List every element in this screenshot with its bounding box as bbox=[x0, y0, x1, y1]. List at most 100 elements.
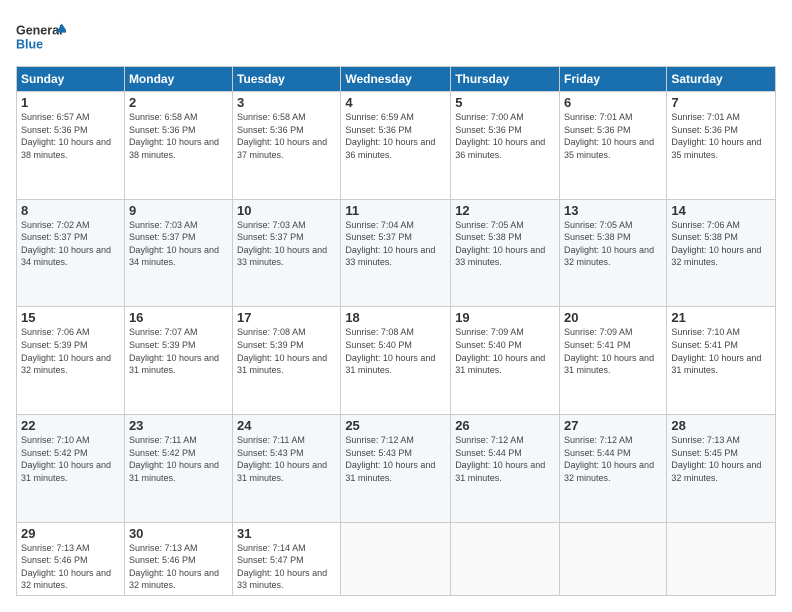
day-info: Sunrise: 7:12 AMSunset: 5:43 PMDaylight:… bbox=[345, 435, 435, 483]
calendar-day-cell: 19 Sunrise: 7:09 AMSunset: 5:40 PMDaylig… bbox=[451, 307, 560, 415]
day-number: 14 bbox=[671, 203, 771, 218]
calendar-day-cell: 28 Sunrise: 7:13 AMSunset: 5:45 PMDaylig… bbox=[667, 414, 776, 522]
day-number: 3 bbox=[237, 95, 336, 110]
day-info: Sunrise: 7:06 AMSunset: 5:39 PMDaylight:… bbox=[21, 327, 111, 375]
day-info: Sunrise: 7:05 AMSunset: 5:38 PMDaylight:… bbox=[564, 220, 654, 268]
calendar-week-row: 29 Sunrise: 7:13 AMSunset: 5:46 PMDaylig… bbox=[17, 522, 776, 595]
svg-text:Blue: Blue bbox=[16, 38, 43, 52]
day-info: Sunrise: 7:02 AMSunset: 5:37 PMDaylight:… bbox=[21, 220, 111, 268]
calendar-week-row: 22 Sunrise: 7:10 AMSunset: 5:42 PMDaylig… bbox=[17, 414, 776, 522]
calendar-day-cell: 20 Sunrise: 7:09 AMSunset: 5:41 PMDaylig… bbox=[560, 307, 667, 415]
calendar-day-cell bbox=[451, 522, 560, 595]
day-number: 24 bbox=[237, 418, 336, 433]
day-info: Sunrise: 7:13 AMSunset: 5:46 PMDaylight:… bbox=[21, 543, 111, 591]
day-number: 2 bbox=[129, 95, 228, 110]
day-number: 4 bbox=[345, 95, 446, 110]
day-number: 31 bbox=[237, 526, 336, 541]
day-number: 6 bbox=[564, 95, 662, 110]
calendar-day-header: Wednesday bbox=[341, 67, 451, 92]
calendar-day-cell: 17 Sunrise: 7:08 AMSunset: 5:39 PMDaylig… bbox=[233, 307, 341, 415]
day-number: 9 bbox=[129, 203, 228, 218]
logo: General Blue bbox=[16, 16, 66, 56]
day-info: Sunrise: 7:10 AMSunset: 5:41 PMDaylight:… bbox=[671, 327, 761, 375]
calendar-week-row: 8 Sunrise: 7:02 AMSunset: 5:37 PMDayligh… bbox=[17, 199, 776, 307]
page: General Blue SundayMondayTuesdayWednesda… bbox=[0, 0, 792, 612]
calendar-day-cell: 14 Sunrise: 7:06 AMSunset: 5:38 PMDaylig… bbox=[667, 199, 776, 307]
day-info: Sunrise: 7:05 AMSunset: 5:38 PMDaylight:… bbox=[455, 220, 545, 268]
calendar-day-cell: 16 Sunrise: 7:07 AMSunset: 5:39 PMDaylig… bbox=[124, 307, 232, 415]
day-number: 7 bbox=[671, 95, 771, 110]
day-number: 27 bbox=[564, 418, 662, 433]
svg-text:General: General bbox=[16, 23, 63, 37]
day-number: 10 bbox=[237, 203, 336, 218]
day-number: 26 bbox=[455, 418, 555, 433]
day-info: Sunrise: 7:13 AMSunset: 5:46 PMDaylight:… bbox=[129, 543, 219, 591]
day-number: 22 bbox=[21, 418, 120, 433]
day-info: Sunrise: 7:08 AMSunset: 5:40 PMDaylight:… bbox=[345, 327, 435, 375]
day-number: 16 bbox=[129, 310, 228, 325]
day-number: 13 bbox=[564, 203, 662, 218]
calendar-day-cell: 23 Sunrise: 7:11 AMSunset: 5:42 PMDaylig… bbox=[124, 414, 232, 522]
calendar-day-cell: 30 Sunrise: 7:13 AMSunset: 5:46 PMDaylig… bbox=[124, 522, 232, 595]
calendar-day-cell: 1 Sunrise: 6:57 AMSunset: 5:36 PMDayligh… bbox=[17, 92, 125, 200]
calendar-day-cell: 12 Sunrise: 7:05 AMSunset: 5:38 PMDaylig… bbox=[451, 199, 560, 307]
day-info: Sunrise: 7:07 AMSunset: 5:39 PMDaylight:… bbox=[129, 327, 219, 375]
day-number: 11 bbox=[345, 203, 446, 218]
day-info: Sunrise: 7:12 AMSunset: 5:44 PMDaylight:… bbox=[564, 435, 654, 483]
calendar-day-cell: 6 Sunrise: 7:01 AMSunset: 5:36 PMDayligh… bbox=[560, 92, 667, 200]
day-info: Sunrise: 7:08 AMSunset: 5:39 PMDaylight:… bbox=[237, 327, 327, 375]
calendar-day-cell: 26 Sunrise: 7:12 AMSunset: 5:44 PMDaylig… bbox=[451, 414, 560, 522]
day-info: Sunrise: 7:00 AMSunset: 5:36 PMDaylight:… bbox=[455, 112, 545, 160]
calendar-day-cell: 11 Sunrise: 7:04 AMSunset: 5:37 PMDaylig… bbox=[341, 199, 451, 307]
day-info: Sunrise: 6:57 AMSunset: 5:36 PMDaylight:… bbox=[21, 112, 111, 160]
calendar-day-cell: 29 Sunrise: 7:13 AMSunset: 5:46 PMDaylig… bbox=[17, 522, 125, 595]
calendar-day-cell: 9 Sunrise: 7:03 AMSunset: 5:37 PMDayligh… bbox=[124, 199, 232, 307]
day-info: Sunrise: 6:58 AMSunset: 5:36 PMDaylight:… bbox=[129, 112, 219, 160]
day-number: 18 bbox=[345, 310, 446, 325]
calendar-day-cell bbox=[341, 522, 451, 595]
logo-svg: General Blue bbox=[16, 16, 66, 56]
day-number: 19 bbox=[455, 310, 555, 325]
calendar-table: SundayMondayTuesdayWednesdayThursdayFrid… bbox=[16, 66, 776, 596]
day-info: Sunrise: 7:09 AMSunset: 5:41 PMDaylight:… bbox=[564, 327, 654, 375]
day-number: 20 bbox=[564, 310, 662, 325]
day-number: 25 bbox=[345, 418, 446, 433]
calendar-day-cell: 22 Sunrise: 7:10 AMSunset: 5:42 PMDaylig… bbox=[17, 414, 125, 522]
calendar-week-row: 15 Sunrise: 7:06 AMSunset: 5:39 PMDaylig… bbox=[17, 307, 776, 415]
day-number: 30 bbox=[129, 526, 228, 541]
calendar-day-cell: 7 Sunrise: 7:01 AMSunset: 5:36 PMDayligh… bbox=[667, 92, 776, 200]
calendar-day-cell: 10 Sunrise: 7:03 AMSunset: 5:37 PMDaylig… bbox=[233, 199, 341, 307]
day-info: Sunrise: 7:03 AMSunset: 5:37 PMDaylight:… bbox=[129, 220, 219, 268]
day-info: Sunrise: 7:04 AMSunset: 5:37 PMDaylight:… bbox=[345, 220, 435, 268]
calendar-day-header: Friday bbox=[560, 67, 667, 92]
calendar-day-header: Sunday bbox=[17, 67, 125, 92]
day-info: Sunrise: 6:58 AMSunset: 5:36 PMDaylight:… bbox=[237, 112, 327, 160]
calendar-day-header: Tuesday bbox=[233, 67, 341, 92]
calendar-header-row: SundayMondayTuesdayWednesdayThursdayFrid… bbox=[17, 67, 776, 92]
day-number: 5 bbox=[455, 95, 555, 110]
day-info: Sunrise: 7:12 AMSunset: 5:44 PMDaylight:… bbox=[455, 435, 545, 483]
day-number: 15 bbox=[21, 310, 120, 325]
calendar-day-header: Thursday bbox=[451, 67, 560, 92]
day-info: Sunrise: 7:13 AMSunset: 5:45 PMDaylight:… bbox=[671, 435, 761, 483]
day-number: 8 bbox=[21, 203, 120, 218]
calendar-day-cell: 2 Sunrise: 6:58 AMSunset: 5:36 PMDayligh… bbox=[124, 92, 232, 200]
calendar-day-cell: 13 Sunrise: 7:05 AMSunset: 5:38 PMDaylig… bbox=[560, 199, 667, 307]
calendar-day-cell bbox=[667, 522, 776, 595]
day-number: 29 bbox=[21, 526, 120, 541]
calendar-day-cell: 3 Sunrise: 6:58 AMSunset: 5:36 PMDayligh… bbox=[233, 92, 341, 200]
day-info: Sunrise: 7:01 AMSunset: 5:36 PMDaylight:… bbox=[671, 112, 761, 160]
calendar-day-cell bbox=[560, 522, 667, 595]
day-info: Sunrise: 7:09 AMSunset: 5:40 PMDaylight:… bbox=[455, 327, 545, 375]
day-info: Sunrise: 7:06 AMSunset: 5:38 PMDaylight:… bbox=[671, 220, 761, 268]
calendar-day-cell: 21 Sunrise: 7:10 AMSunset: 5:41 PMDaylig… bbox=[667, 307, 776, 415]
calendar-day-cell: 18 Sunrise: 7:08 AMSunset: 5:40 PMDaylig… bbox=[341, 307, 451, 415]
calendar-day-header: Saturday bbox=[667, 67, 776, 92]
day-number: 17 bbox=[237, 310, 336, 325]
day-info: Sunrise: 7:01 AMSunset: 5:36 PMDaylight:… bbox=[564, 112, 654, 160]
day-number: 12 bbox=[455, 203, 555, 218]
day-info: Sunrise: 7:11 AMSunset: 5:43 PMDaylight:… bbox=[237, 435, 327, 483]
day-number: 1 bbox=[21, 95, 120, 110]
calendar-day-cell: 24 Sunrise: 7:11 AMSunset: 5:43 PMDaylig… bbox=[233, 414, 341, 522]
day-info: Sunrise: 6:59 AMSunset: 5:36 PMDaylight:… bbox=[345, 112, 435, 160]
